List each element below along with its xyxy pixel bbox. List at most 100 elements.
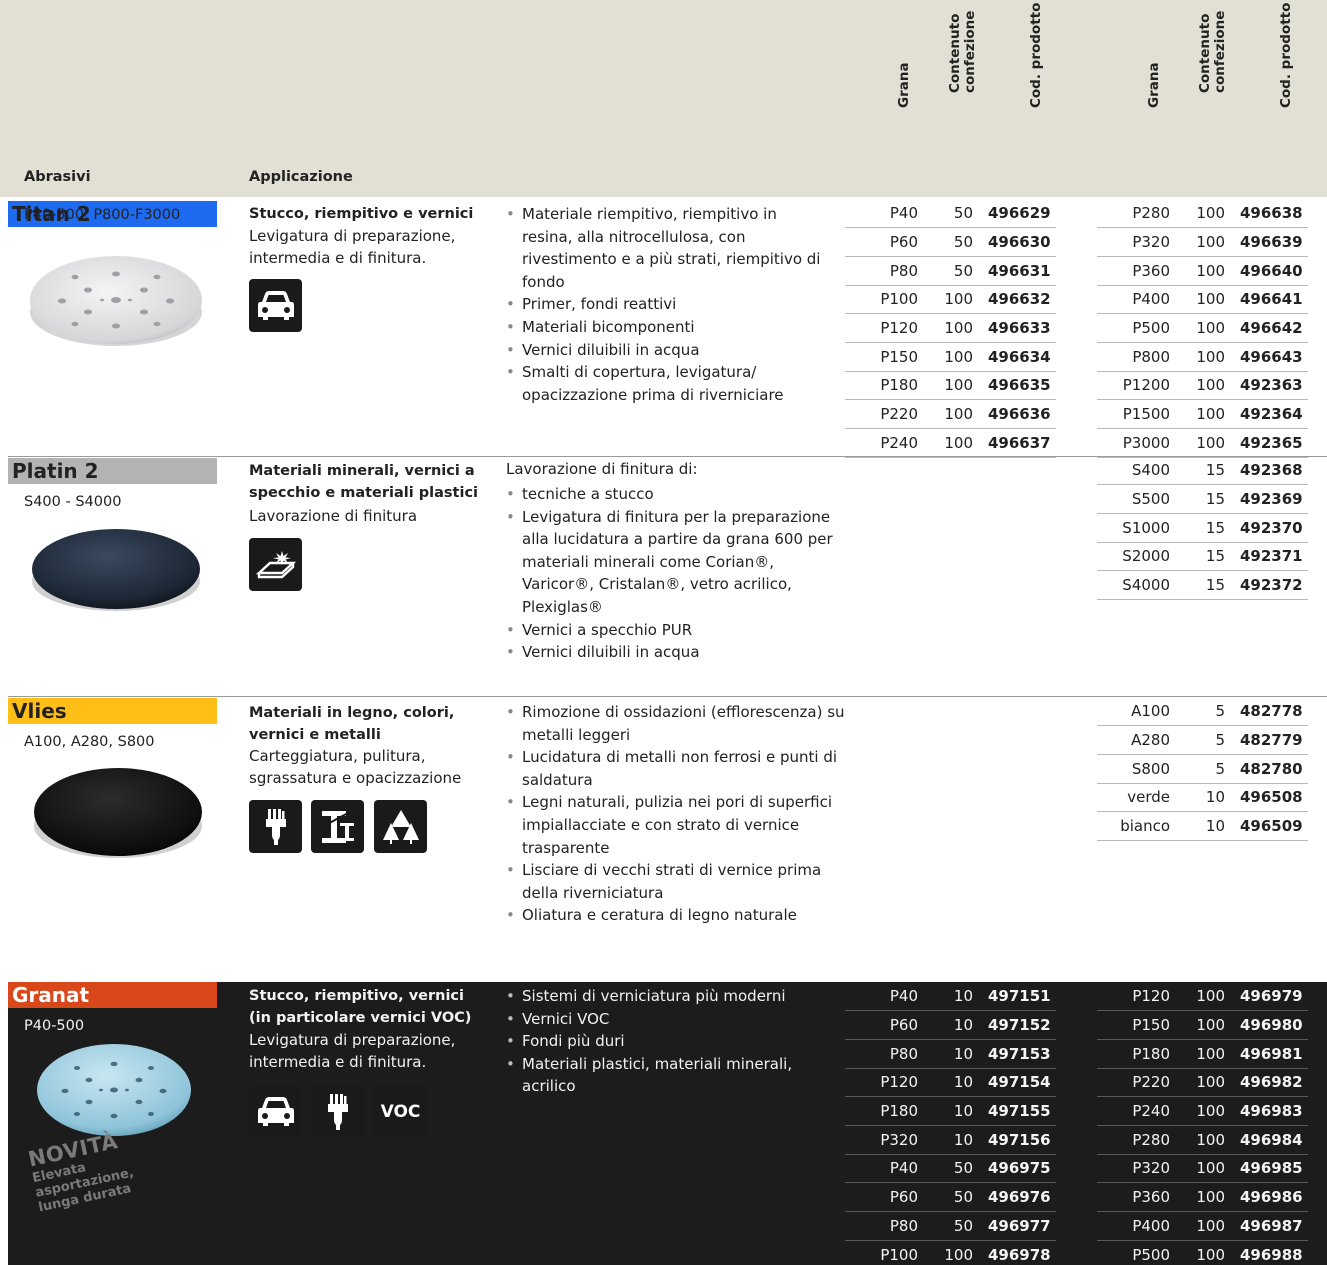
- car-icon: [249, 1085, 302, 1138]
- column-header-applicazione: Applicazione: [249, 169, 353, 185]
- grit-cell: A100: [1097, 697, 1170, 727]
- list-item: Sistemi di verniciatura più moderni: [506, 985, 826, 1008]
- titan-spec-table-left: P40 50 496629 P60 50 496630 P80 50 496631 P100 100…: [845, 199, 1056, 458]
- pack-qty-cell: 5: [1170, 697, 1225, 727]
- product-code-cell: 497151: [973, 982, 1056, 1012]
- product-code-cell: 496632: [973, 285, 1056, 315]
- pack-qty-cell: 100: [1170, 227, 1225, 257]
- granat-spec-table-right: P120 100 496979 P150 100 496980 P180 100 496981 P…: [1097, 982, 1308, 1265]
- pack-qty-cell: 5: [1170, 754, 1225, 784]
- table-row: P280 100 496984: [1097, 1125, 1308, 1155]
- list-item: Vernici diluibili in acqua: [506, 339, 826, 362]
- grit-cell: P1200: [1097, 371, 1170, 401]
- table-row: P120 10 497154: [845, 1068, 1056, 1098]
- granat-spec-table-left: P40 10 497151 P60 10 497152 P80 10 497153 P120 10 4…: [845, 982, 1056, 1265]
- titan-spec-table-right: P280 100 496638 P320 100 496639 P360 100 496640 P…: [1097, 199, 1308, 458]
- pack-qty-cell: 100: [918, 399, 973, 429]
- grit-cell: P180: [845, 371, 918, 401]
- product-code-cell: 496976: [973, 1182, 1056, 1212]
- pack-qty-cell: 15: [1170, 484, 1225, 514]
- grit-cell: S400: [1097, 456, 1170, 486]
- pack-qty-cell: 100: [1170, 313, 1225, 343]
- pack-qty-cell: 10: [1170, 783, 1225, 813]
- grit-cell: P400: [1097, 1211, 1170, 1241]
- product-code-cell: 482779: [1225, 725, 1308, 755]
- table-row: verde 10 496508: [1097, 783, 1308, 813]
- product-code-cell: 496983: [1225, 1096, 1308, 1126]
- grit-cell: P120: [845, 313, 918, 343]
- pack-qty-cell: 100: [1170, 199, 1225, 229]
- table-row: P360 100 496640: [1097, 256, 1308, 286]
- grit-cell: verde: [1097, 783, 1170, 813]
- product-code-cell: 496637: [973, 428, 1056, 458]
- list-item: Vernici VOC: [506, 1008, 826, 1031]
- table-row: P60 50 496976: [845, 1182, 1056, 1212]
- pack-qty-cell: 50: [918, 227, 973, 257]
- table-row: P80 10 497153: [845, 1039, 1056, 1069]
- product-label-vlies: Vlies: [8, 698, 217, 724]
- table-row: P40 50 496629: [845, 199, 1056, 229]
- pack-qty-cell: 100: [1170, 342, 1225, 372]
- grit-cell: P240: [845, 428, 918, 458]
- product-code-cell: 496638: [1225, 199, 1308, 229]
- list-item: Materiali bicomponenti: [506, 316, 826, 339]
- table-row: P40 10 497151: [845, 982, 1056, 1012]
- grit-cell: P150: [845, 342, 918, 372]
- pack-qty-cell: 100: [918, 428, 973, 458]
- list-item: Lisciare di vecchi strati di vernice pri…: [506, 859, 851, 904]
- pack-qty-cell: 100: [918, 1240, 973, 1265]
- grit-cell: P360: [1097, 256, 1170, 286]
- table-row: P3000 100 492365: [1097, 428, 1308, 458]
- pack-qty-cell: 100: [918, 285, 973, 315]
- table-row: S500 15 492369: [1097, 484, 1308, 514]
- grit-cell: P320: [1097, 1154, 1170, 1184]
- grit-cell: P180: [845, 1096, 918, 1126]
- grit-cell: P100: [845, 285, 918, 315]
- app-desc-granat: Levigatura di preparazione, intermedia e…: [249, 1031, 456, 1071]
- grit-cell: P3000: [1097, 428, 1170, 458]
- table-row: P280 100 496638: [1097, 199, 1308, 229]
- grit-cell: P220: [1097, 1068, 1170, 1098]
- app-title-titan: Stucco, riempitivo e vernici: [249, 206, 474, 222]
- product-code-cell: 492370: [1225, 513, 1308, 543]
- pack-qty-cell: 100: [1170, 1010, 1225, 1040]
- paintbrush-icon: [311, 1085, 364, 1138]
- column-header-abrasivi: Abrasivi: [24, 169, 91, 185]
- table-row: S400 15 492368: [1097, 456, 1308, 486]
- grit-cell: P1500: [1097, 399, 1170, 429]
- grit-range-platin: S400 - S4000: [24, 494, 122, 510]
- pack-qty-cell: 100: [1170, 1096, 1225, 1126]
- pack-qty-cell: 50: [918, 1154, 973, 1184]
- grit-cell: P40: [845, 1154, 918, 1184]
- grit-range-titan: P40-500, P800-F3000: [24, 207, 181, 223]
- pack-qty-cell: 5: [1170, 725, 1225, 755]
- grit-range-vlies: A100, A280, S800: [24, 734, 155, 750]
- product-code-cell: 496642: [1225, 313, 1308, 343]
- product-code-cell: 496643: [1225, 342, 1308, 372]
- grit-cell: P240: [1097, 1096, 1170, 1126]
- product-code-cell: 496985: [1225, 1154, 1308, 1184]
- grit-cell: S4000: [1097, 570, 1170, 600]
- list-item: Smalti di copertura, levigatura/ opacizz…: [506, 361, 826, 406]
- bullets-granat: Sistemi di verniciatura più moderni Vern…: [506, 985, 826, 1098]
- product-code-cell: 492371: [1225, 542, 1308, 572]
- pack-qty-cell: 100: [1170, 1211, 1225, 1241]
- product-code-cell: 496982: [1225, 1068, 1308, 1098]
- pack-qty-cell: 10: [918, 1068, 973, 1098]
- header-band: [0, 0, 1327, 155]
- grit-cell: P320: [845, 1125, 918, 1155]
- grit-cell: P40: [845, 199, 918, 229]
- column-header-codice-2: Cod. prodotto: [1278, 2, 1294, 108]
- column-header-grana-2: Grana: [1146, 62, 1162, 108]
- table-row: S800 5 482780: [1097, 754, 1308, 784]
- wood-trees-icon: [374, 800, 427, 853]
- product-code-cell: 492372: [1225, 570, 1308, 600]
- grit-cell: P180: [1097, 1039, 1170, 1069]
- product-code-cell: 497154: [973, 1068, 1056, 1098]
- grit-cell: P220: [845, 399, 918, 429]
- product-code-cell: 496634: [973, 342, 1056, 372]
- metal-beam-icon: [311, 800, 364, 853]
- pack-qty-cell: 100: [1170, 371, 1225, 401]
- pack-qty-cell: 15: [1170, 456, 1225, 486]
- pack-qty-cell: 100: [1170, 1154, 1225, 1184]
